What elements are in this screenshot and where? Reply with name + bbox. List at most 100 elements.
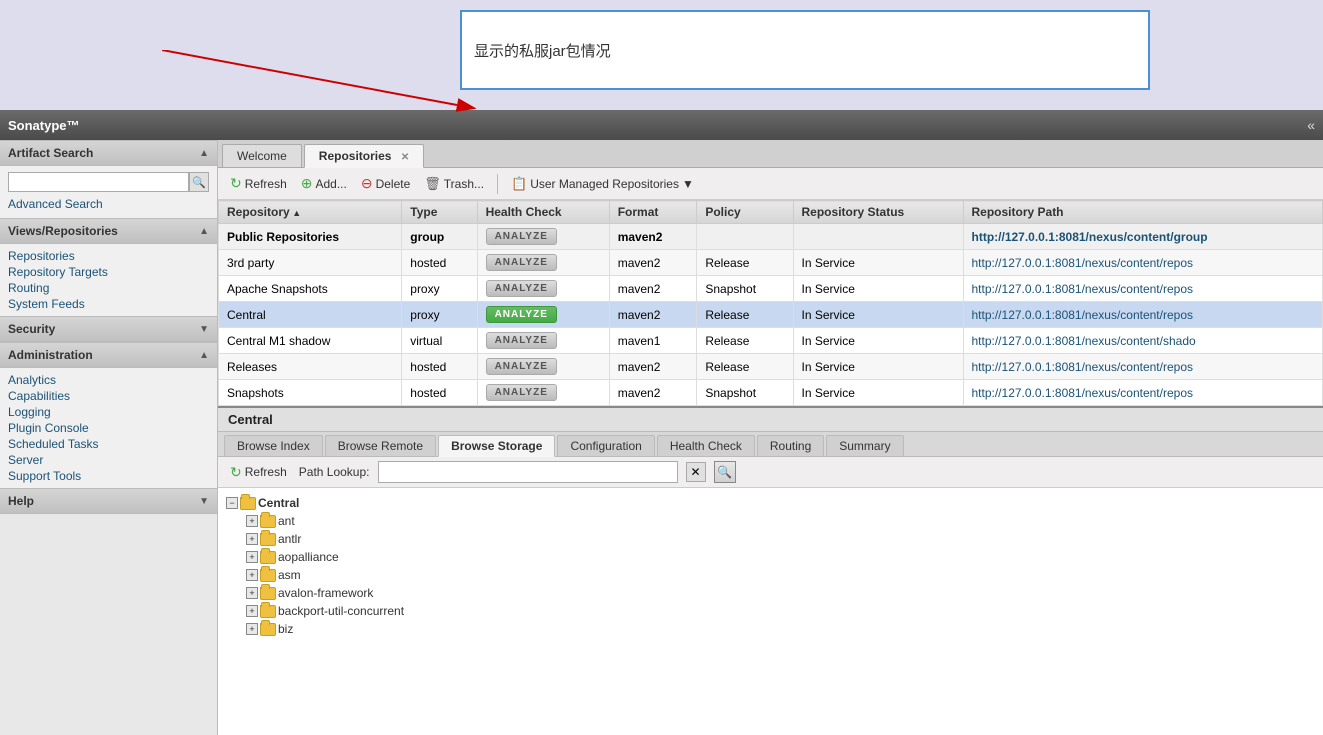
analyze-button[interactable]: ANALYZE [486,280,557,297]
tree-item-toggle[interactable]: + [246,569,258,581]
sidebar-item-plugin-console[interactable]: Plugin Console [8,420,209,436]
sidebar-item-repository-targets[interactable]: Repository Targets [8,264,209,280]
tree-root-toggle[interactable]: − [226,497,238,509]
delete-button[interactable]: ⊖ Delete [357,173,414,194]
table-row[interactable]: Central M1 shadow virtual ANALYZE maven1… [219,328,1323,354]
repo-name: Apache Snapshots [219,276,402,302]
sidebar-advanced-search-link[interactable]: Advanced Search [8,196,209,212]
trash-button[interactable]: 🗑 Trash... [420,174,488,194]
sidebar-item-system-feeds[interactable]: System Feeds [8,296,209,312]
tree-item[interactable]: + antlr [246,530,1315,548]
bottom-panel: Central Browse Index Browse Remote Brows… [218,408,1323,735]
path-clear-button[interactable]: ✕ [686,462,706,482]
tree-root-item[interactable]: − Central [226,494,1315,512]
user-managed-button[interactable]: 📋 User Managed Repositories ▼ [507,174,698,194]
repo-path[interactable]: http://127.0.0.1:8081/nexus/content/shad… [963,328,1323,354]
sidebar-item-support-tools[interactable]: Support Tools [8,468,209,484]
analyze-button[interactable]: ANALYZE [486,254,557,271]
tree-item[interactable]: + biz [246,620,1315,638]
repo-path[interactable]: http://127.0.0.1:8081/nexus/content/repo… [963,380,1323,406]
col-format[interactable]: Format [609,201,697,224]
tree-item-toggle[interactable]: + [246,515,258,527]
analyze-button[interactable]: ANALYZE [486,332,557,349]
repo-path[interactable]: http://127.0.0.1:8081/nexus/content/repo… [963,250,1323,276]
table-row[interactable]: Snapshots hosted ANALYZE maven2 Snapshot… [219,380,1323,406]
repo-path[interactable]: http://127.0.0.1:8081/nexus/content/repo… [963,302,1323,328]
repo-health-check: ANALYZE [477,380,609,406]
repo-health-check: ANALYZE [477,276,609,302]
sidebar-section-administration[interactable]: Administration ▲ [0,342,217,368]
sidebar-item-scheduled-tasks[interactable]: Scheduled Tasks [8,436,209,452]
table-header-row: Repository Type Health Check Format Poli… [219,201,1323,224]
repo-type: proxy [402,302,477,328]
sidebar-section-artifact-search[interactable]: Artifact Search ▲ [0,140,217,166]
table-row[interactable]: Apache Snapshots proxy ANALYZE maven2 Sn… [219,276,1323,302]
repo-type: virtual [402,328,477,354]
analyze-button[interactable]: ANALYZE [486,384,557,401]
analyze-button[interactable]: ANALYZE [486,306,557,323]
tab-browse-storage[interactable]: Browse Storage [438,435,555,457]
analyze-button[interactable]: ANALYZE [486,358,557,375]
sidebar-section-views-repos[interactable]: Views/Repositories ▲ [0,218,217,244]
sidebar-item-capabilities[interactable]: Capabilities [8,388,209,404]
tree-item[interactable]: + asm [246,566,1315,584]
refresh-button[interactable]: ↻ Refresh [226,173,291,194]
bottom-refresh-button[interactable]: ↻ Refresh [226,462,291,483]
repo-path[interactable]: http://127.0.0.1:8081/nexus/content/repo… [963,354,1323,380]
tab-repositories-close[interactable]: ✕ [401,152,409,163]
sidebar-item-analytics[interactable]: Analytics [8,372,209,388]
tab-welcome[interactable]: Welcome [222,144,302,167]
tree-item-toggle[interactable]: + [246,605,258,617]
repo-format: maven2 [609,276,697,302]
tree-item[interactable]: + backport-util-concurrent [246,602,1315,620]
table-row[interactable]: 3rd party hosted ANALYZE maven2 Release … [219,250,1323,276]
path-lookup-input[interactable] [378,461,678,483]
table-row[interactable]: Public Repositories group ANALYZE maven2… [219,224,1323,250]
col-repository-status[interactable]: Repository Status [793,201,963,224]
tree-item[interactable]: + avalon-framework [246,584,1315,602]
tabs-bar: Welcome Repositories ✕ [218,140,1323,168]
tree-item-toggle[interactable]: + [246,533,258,545]
repo-type: proxy [402,276,477,302]
sidebar-section-security[interactable]: Security ▼ [0,316,217,342]
path-search-button[interactable]: 🔍 [714,461,736,483]
tree-item[interactable]: + aopalliance [246,548,1315,566]
tree-item-toggle[interactable]: + [246,587,258,599]
col-health-check[interactable]: Health Check [477,201,609,224]
sidebar-item-server[interactable]: Server [8,452,209,468]
sidebar-item-logging[interactable]: Logging [8,404,209,420]
artifact-search-button[interactable]: 🔍 [189,172,209,192]
collapse-sidebar-button[interactable]: « [1307,117,1315,133]
sidebar-section-artifact-search-content: 🔍 Advanced Search [0,166,217,218]
repo-path[interactable]: http://127.0.0.1:8081/nexus/content/grou… [963,224,1323,250]
tab-configuration[interactable]: Configuration [557,435,654,456]
table-row[interactable]: Releases hosted ANALYZE maven2 Release I… [219,354,1323,380]
sidebar-section-administration-arrow: ▲ [199,350,209,361]
analyze-button[interactable]: ANALYZE [486,228,557,245]
tab-routing[interactable]: Routing [757,435,824,456]
tab-browse-index[interactable]: Browse Index [224,435,323,456]
col-policy[interactable]: Policy [697,201,793,224]
col-repository-path[interactable]: Repository Path [963,201,1323,224]
artifact-search-input[interactable] [8,172,189,192]
tab-summary[interactable]: Summary [826,435,903,456]
table-row[interactable]: Central proxy ANALYZE maven2 Release In … [219,302,1323,328]
tree-children: + ant + antlr + aopalliance [246,512,1315,638]
col-type[interactable]: Type [402,201,477,224]
tab-health-check[interactable]: Health Check [657,435,755,456]
tree-item-toggle[interactable]: + [246,623,258,635]
sidebar-item-routing[interactable]: Routing [8,280,209,296]
sidebar-item-repositories[interactable]: Repositories [8,248,209,264]
sidebar-section-help[interactable]: Help ▼ [0,488,217,514]
col-repository[interactable]: Repository [219,201,402,224]
tab-repositories[interactable]: Repositories ✕ [304,144,424,168]
repo-name: Releases [219,354,402,380]
tab-browse-remote[interactable]: Browse Remote [325,435,436,456]
tree-item[interactable]: + ant [246,512,1315,530]
user-managed-label: User Managed Repositories [530,177,679,191]
tree-item-toggle[interactable]: + [246,551,258,563]
add-button[interactable]: ⊕ Add... [297,173,351,194]
repo-path[interactable]: http://127.0.0.1:8081/nexus/content/repo… [963,276,1323,302]
repo-type: group [402,224,477,250]
artifact-search-row: 🔍 [8,172,209,192]
